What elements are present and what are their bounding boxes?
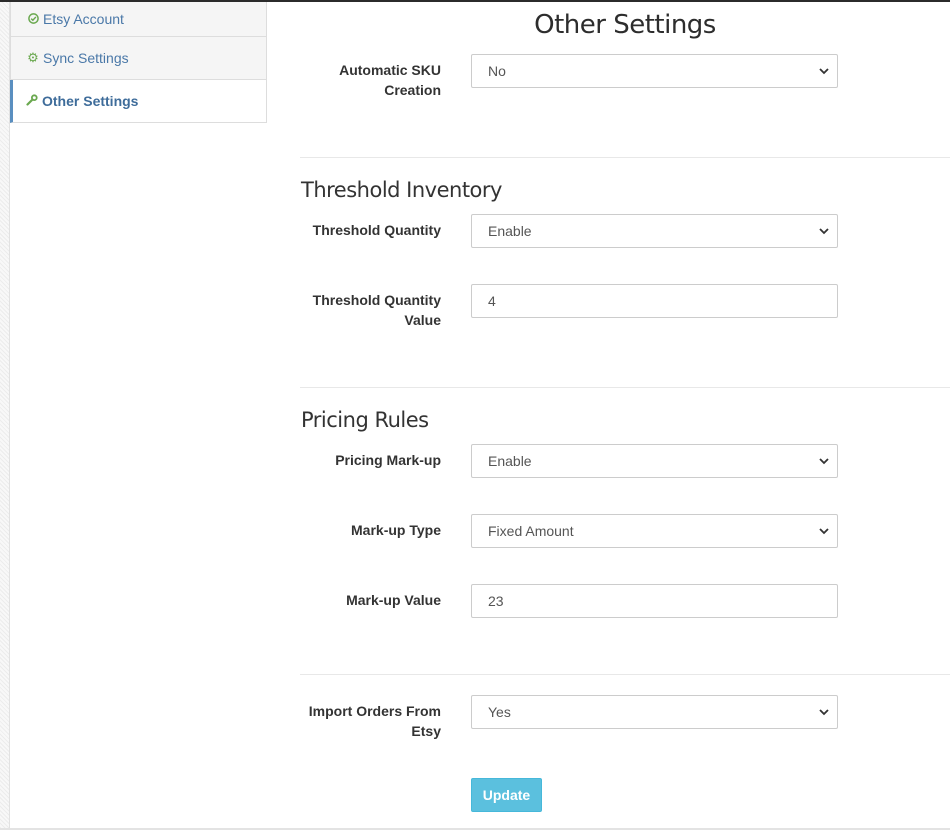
import-orders-label: Import Orders From Etsy	[308, 703, 441, 739]
check-circle-icon	[27, 12, 39, 27]
section-divider	[300, 157, 950, 158]
sidebar-item-etsy-account[interactable]: Etsy Account	[10, 2, 267, 37]
markup-type-select[interactable]: Fixed Amount	[471, 514, 838, 548]
sidebar-item-sync-settings[interactable]: ⚙ Sync Settings	[10, 37, 267, 80]
wrench-icon	[26, 93, 38, 109]
threshold-value-label: Threshold Quantity Value	[312, 292, 441, 328]
pricing-markup-label: Pricing Mark-up	[335, 452, 441, 468]
sidebar-item-label: Sync Settings	[43, 50, 129, 66]
threshold-quantity-select[interactable]: Enable	[471, 214, 838, 248]
sidebar-item-label: Other Settings	[42, 93, 139, 109]
import-orders-select[interactable]: Yes	[471, 695, 838, 729]
markup-type-label: Mark-up Type	[351, 522, 441, 538]
threshold-quantity-label: Threshold Quantity	[312, 222, 441, 238]
section-divider	[300, 387, 950, 388]
settings-sidebar: Etsy Account ⚙ Sync Settings Other Setti…	[10, 2, 267, 123]
chevron-down-icon	[819, 528, 829, 535]
page-title: Other Settings	[534, 10, 716, 40]
sku-creation-label: Automatic SKU Creation	[339, 62, 441, 98]
chevron-down-icon	[819, 709, 829, 716]
sidebar-item-label: Etsy Account	[43, 11, 124, 27]
chevron-down-icon	[819, 68, 829, 75]
sidebar-item-other-settings[interactable]: Other Settings	[10, 80, 267, 123]
chevron-down-icon	[819, 458, 829, 465]
sku-creation-select[interactable]: No	[471, 54, 838, 88]
section-divider	[300, 674, 950, 675]
threshold-value-input[interactable]: 4	[471, 284, 838, 318]
pricing-section-title: Pricing Rules	[301, 408, 429, 432]
gear-icon: ⚙	[27, 50, 39, 65]
update-button[interactable]: Update	[471, 778, 542, 812]
threshold-section-title: Threshold Inventory	[301, 178, 502, 202]
markup-value-label: Mark-up Value	[346, 592, 441, 608]
chevron-down-icon	[819, 228, 829, 235]
left-edge-pattern	[0, 2, 10, 828]
markup-value-input[interactable]: 23	[471, 584, 838, 618]
pricing-markup-select[interactable]: Enable	[471, 444, 838, 478]
